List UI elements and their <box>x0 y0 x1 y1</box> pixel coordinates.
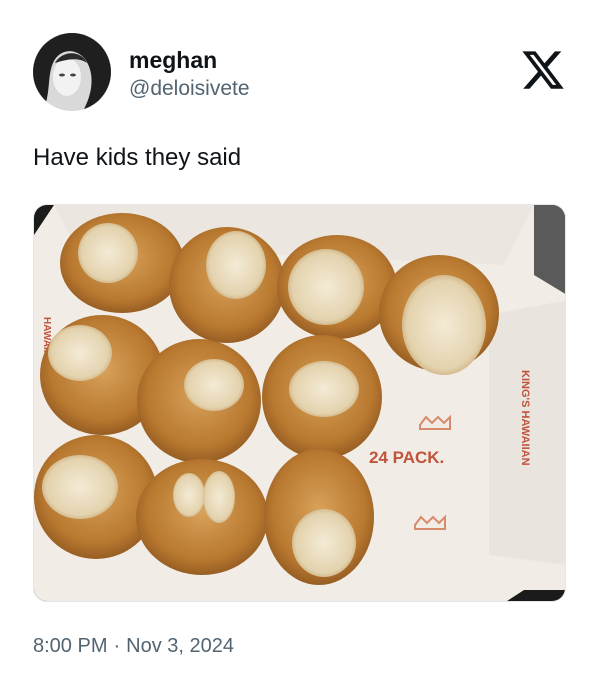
rolls-photo: 24 PACK. KING'S HAWAIIAN HAWAIIAN <box>34 205 565 601</box>
tweet-text: Have kids they said <box>33 144 242 171</box>
author-display-name[interactable]: meghan <box>129 47 217 74</box>
avatar-image <box>33 33 111 111</box>
x-logo-icon[interactable] <box>520 47 566 93</box>
timestamp-date: Nov 3, 2024 <box>126 635 235 657</box>
box-label: 24 PACK. <box>369 448 444 467</box>
side-label: KING'S HAWAIIAN <box>519 370 531 466</box>
timestamp-time: 8:00 PM <box>33 635 108 657</box>
timestamp-separator: · <box>113 635 121 657</box>
author-handle[interactable]: @deloisivete <box>129 77 250 101</box>
timestamp[interactable]: 8:00 PM · Nov 3, 2024 <box>33 635 234 658</box>
tweet-photo[interactable]: 24 PACK. KING'S HAWAIIAN HAWAIIAN <box>33 204 566 602</box>
avatar[interactable] <box>33 33 111 111</box>
